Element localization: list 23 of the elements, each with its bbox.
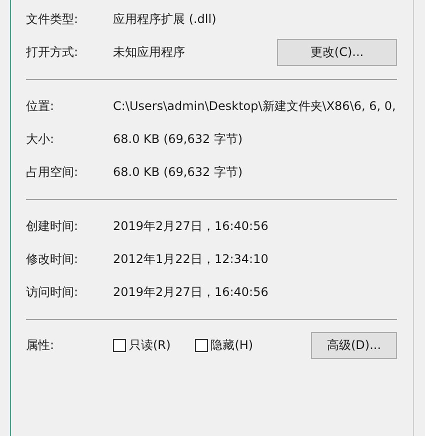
checkbox[interactable] xyxy=(194,338,208,352)
field-label: 修改时间: xyxy=(26,251,80,268)
field-label: 位置: xyxy=(26,98,56,115)
advanced-button[interactable]: 高级(D)... xyxy=(311,332,397,358)
field-value: 2012年1月22日，12:34:10 xyxy=(113,251,270,268)
field-label: 占用空间: xyxy=(26,164,80,181)
field-label: 打开方式: xyxy=(26,44,80,61)
field-value: 68.0 KB (69,632 字节) xyxy=(113,131,244,148)
field-label: 访问时间: xyxy=(26,284,80,301)
change-button[interactable]: 更改(C)... xyxy=(277,39,397,66)
field-value: C:\Users\admin\Desktop\新建文件夹\X86\6, 6, 0, xyxy=(113,98,397,115)
field-label: 属性: xyxy=(26,336,56,354)
field-value: 未知应用程序 xyxy=(113,44,186,61)
field-value: 2019年2月27日，16:40:56 xyxy=(113,218,270,235)
field-value: 应用程序扩展 (.dll) xyxy=(113,11,218,28)
field-value: 68.0 KB (69,632 字节) xyxy=(113,164,244,181)
field-value: 2019年2月27日，16:40:56 xyxy=(113,284,270,301)
field-label: 创建时间: xyxy=(26,218,80,235)
field-label: 文件类型: xyxy=(26,11,80,28)
field-label: 大小: xyxy=(26,131,56,148)
checkbox[interactable] xyxy=(113,338,126,352)
checkbox-label[interactable]: 隐藏(H) xyxy=(210,336,254,354)
checkbox-label[interactable]: 只读(R) xyxy=(129,336,171,354)
